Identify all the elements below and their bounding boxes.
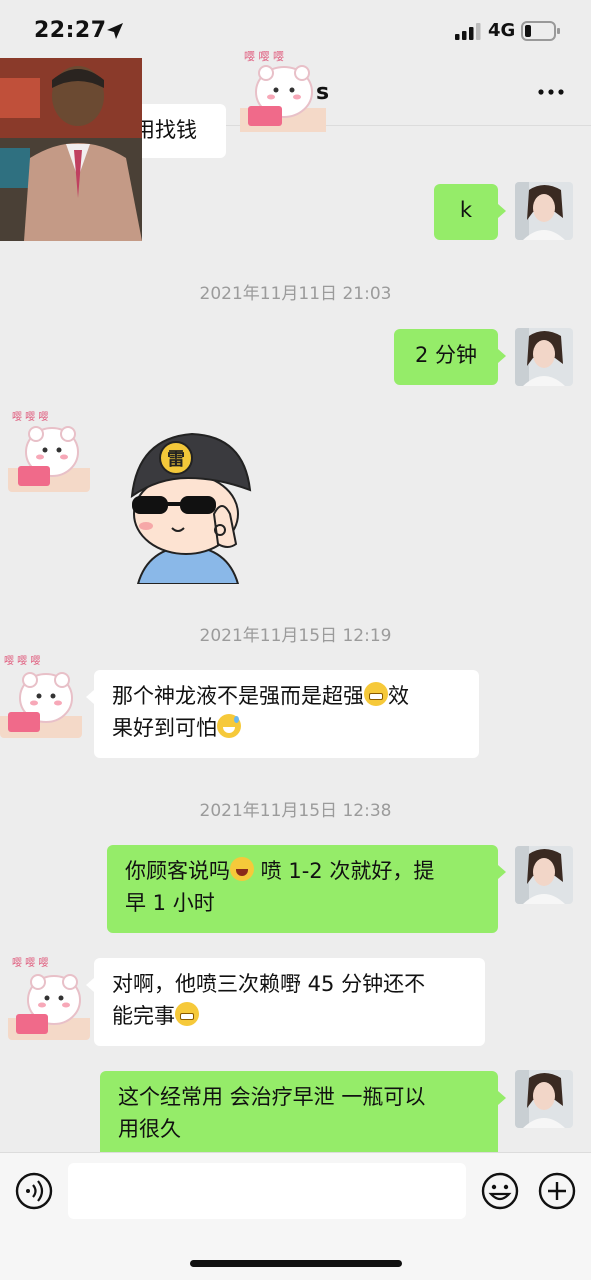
home-indicator[interactable] xyxy=(190,1260,402,1267)
avatar-contact[interactable]: 嘤 嘤 嘤 xyxy=(8,408,90,492)
battery-icon xyxy=(521,21,560,41)
message-text: k xyxy=(459,198,473,222)
avatar-contact[interactable]: 嘤 嘤 嘤 xyxy=(8,954,90,1040)
avatar-self[interactable] xyxy=(515,1070,573,1128)
location-arrow-icon xyxy=(107,23,123,39)
news-anchor-video-overlay[interactable] xyxy=(0,58,142,241)
laughing-emoji-icon xyxy=(230,857,254,881)
avatar-self[interactable] xyxy=(515,846,573,904)
message-text: 果好到可怕 xyxy=(112,716,217,740)
avatar-contact[interactable]: 嘤 嘤 嘤 xyxy=(0,650,82,738)
message-line: 这个经常用 会治疗早泄 一瓶可以 xyxy=(118,1081,480,1113)
plus-icon[interactable] xyxy=(537,1171,577,1211)
svg-text:嘤 嘤 嘤: 嘤 嘤 嘤 xyxy=(4,655,40,667)
more-dots-icon[interactable] xyxy=(536,82,566,102)
message-line: 果好到可怕 xyxy=(112,712,461,744)
message-text: 能完事 xyxy=(112,1004,175,1028)
message-bubble-received[interactable]: 那个神龙液不是强而是超强效 果好到可怕 xyxy=(86,670,479,758)
message-input[interactable] xyxy=(68,1163,466,1219)
message-text: 那个神龙液不是强而是超强 xyxy=(112,684,364,708)
avatar-self[interactable] xyxy=(515,328,573,386)
header-sticker-image: 嘤 嘤 嘤 xyxy=(240,46,326,132)
message-text: 喷 1-2 次就好，提 xyxy=(254,859,435,883)
message-bubble-received[interactable]: 对啊，他喷三次赖嘢 45 分钟还不 能完事 xyxy=(86,958,485,1046)
signal-bars-icon xyxy=(455,23,481,40)
message-text: 用找钱 xyxy=(134,118,197,142)
message-line: 早 1 小时 xyxy=(125,887,480,919)
message-line: 用很久 xyxy=(118,1113,480,1145)
network-type: 4G xyxy=(488,20,516,41)
status-time: 22:27 xyxy=(34,18,107,43)
message-line: 对啊，他喷三次赖嘢 45 分钟还不 xyxy=(112,968,467,1000)
message-bubble-sent[interactable]: k xyxy=(434,184,506,240)
timestamp: 2021年11月11日 21:03 xyxy=(199,284,392,304)
svg-text:嘤 嘤 嘤: 嘤 嘤 嘤 xyxy=(244,50,284,63)
message-text: 你顾客说吗 xyxy=(125,859,230,883)
svg-text:嘤 嘤 嘤: 嘤 嘤 嘤 xyxy=(12,411,48,423)
avatar-self[interactable] xyxy=(515,182,573,240)
message-line: 那个神龙液不是强而是超强效 xyxy=(112,680,461,712)
message-bubble-sent[interactable]: 2 分钟 xyxy=(394,329,506,385)
message-bubble-sent[interactable]: 你顾客说吗 喷 1-2 次就好，提 早 1 小时 xyxy=(107,845,506,933)
grin-emoji-icon xyxy=(364,682,388,706)
message-text: 这个经常用 会治疗早泄 一瓶可以 xyxy=(118,1085,426,1109)
message-text: 早 1 小时 xyxy=(125,891,215,915)
svg-text:嘤 嘤 嘤: 嘤 嘤 嘤 xyxy=(12,957,48,969)
message-line: 能完事 xyxy=(112,1000,467,1032)
message-text: 用很久 xyxy=(118,1117,181,1141)
timestamp: 2021年11月15日 12:38 xyxy=(199,801,392,821)
sweat-smile-emoji-icon xyxy=(217,714,241,738)
message-text: 对啊，他喷三次赖嘢 45 分钟还不 xyxy=(112,972,426,996)
sticker-cap-boy[interactable]: 雷 xyxy=(118,418,258,585)
message-line: 你顾客说吗 喷 1-2 次就好，提 xyxy=(125,855,480,887)
grin-emoji-icon xyxy=(175,1002,199,1026)
message-text: 2 分钟 xyxy=(414,343,478,367)
voice-input-icon[interactable] xyxy=(14,1171,54,1211)
timestamp: 2021年11月15日 12:19 xyxy=(199,626,392,646)
emoji-icon[interactable] xyxy=(480,1171,520,1211)
message-text: 效 xyxy=(388,684,409,708)
cap-badge-text: 雷 xyxy=(167,449,185,470)
message-bubble-sent[interactable]: 这个经常用 会治疗早泄 一瓶可以 用很久 xyxy=(100,1071,506,1152)
